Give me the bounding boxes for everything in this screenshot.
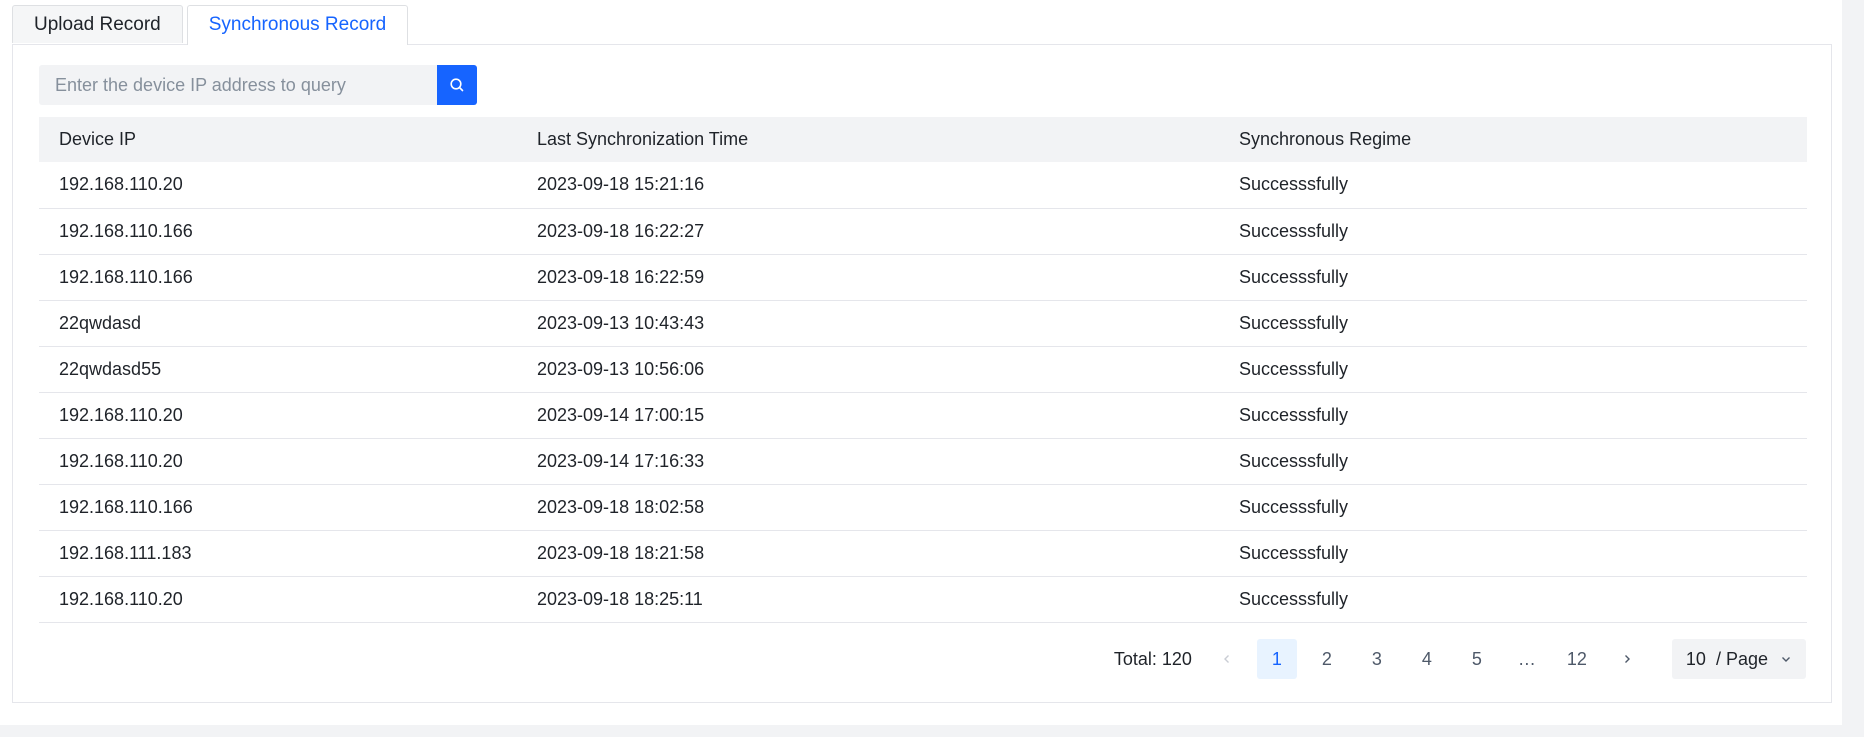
chevron-left-icon <box>1223 655 1229 663</box>
last-sync-time-cell: 2023-09-14 17:00:15 <box>537 404 705 425</box>
device-ip-cell: 192.168.110.20 <box>59 174 183 195</box>
table-row: 192.168.110.20 2023-09-18 15:21:16 Success… <box>39 162 1807 208</box>
page-1[interactable]: 1 <box>1256 639 1297 679</box>
device-ip-cell: 192.168.110.20 <box>59 588 183 609</box>
chevron-right-icon <box>1624 655 1630 663</box>
table-body: 192.168.110.20 2023-09-18 15:21:16 Success… <box>39 162 1807 622</box>
sync-record-table: Device IP Last Synchronization Time Sync… <box>39 117 1807 623</box>
table-row: 22qwdasd 2023-09-13 10:43:43 Successsfully <box>39 300 1807 346</box>
page-2[interactable]: 2 <box>1307 639 1347 679</box>
device-ip-cell: 22qwdasd55 <box>59 358 162 379</box>
last-sync-time-cell: 2023-09-18 16:22:27 <box>537 220 705 241</box>
last-sync-time-cell: 2023-09-18 18:02:58 <box>537 496 705 517</box>
page-3[interactable]: 3 <box>1357 639 1397 679</box>
sync-regime-cell: Successsfully <box>1239 404 1349 425</box>
last-sync-time-cell: 2023-09-13 10:56:06 <box>537 358 705 379</box>
search-icon <box>450 78 464 92</box>
bottom-bar <box>0 725 1864 737</box>
sync-regime-cell: Successsfully <box>1239 542 1349 563</box>
device-ip-search-input[interactable] <box>39 65 437 105</box>
table-row: 192.168.110.20 2023-09-14 17:16:33 Success… <box>39 438 1807 484</box>
table-row: 192.168.110.166 2023-09-18 16:22:59 Succes… <box>39 254 1807 300</box>
table-row: 192.168.111.183 2023-09-18 18:21:58 Succes… <box>39 530 1807 576</box>
column-header-last-sync-time: Last Synchronization Time <box>537 129 749 149</box>
table-row: 22qwdasd55 2023-09-13 10:56:06 Successsful… <box>39 346 1807 392</box>
pagination: Total: 120 1 2 3 4 5 … 12 10 / Page <box>1114 639 1806 679</box>
device-ip-cell: 22qwdasd <box>59 312 142 333</box>
next-page-button[interactable] <box>1607 639 1647 679</box>
page: Upload Record Synchronous Record Device … <box>0 0 1864 737</box>
chevron-down-icon <box>1782 657 1790 662</box>
search-bar <box>39 65 477 105</box>
page-size-label: 10 / Page <box>1685 648 1768 669</box>
table-row: 192.168.110.166 2023-09-18 18:02:58 Succes… <box>39 484 1807 530</box>
sync-regime-cell: Successsfully <box>1239 312 1349 333</box>
page-ellipsis[interactable]: … <box>1507 639 1547 679</box>
table-row: 192.168.110.166 2023-09-18 16:22:27 Succes… <box>39 208 1807 254</box>
scroll-gutter <box>1842 0 1864 737</box>
last-sync-time-cell: 2023-09-18 15:21:16 <box>537 174 705 195</box>
prev-page-button[interactable] <box>1207 639 1247 679</box>
table-row: 192.168.110.20 2023-09-14 17:00:15 Success… <box>39 392 1807 438</box>
tab-panel: Device IP Last Synchronization Time Sync… <box>12 44 1832 703</box>
column-header-device-ip: Device IP <box>59 129 137 149</box>
total-count: Total: 120 <box>1113 648 1192 669</box>
search-button[interactable] <box>437 65 477 105</box>
device-ip-cell: 192.168.110.166 <box>59 266 193 287</box>
page-12[interactable]: 12 <box>1557 639 1597 679</box>
tab-upload-record[interactable]: Upload Record <box>12 5 183 43</box>
device-ip-cell: 192.168.110.166 <box>59 220 193 241</box>
last-sync-time-cell: 2023-09-18 16:22:59 <box>537 266 705 287</box>
column-header-sync-regime: Synchronous Regime <box>1239 129 1412 149</box>
page-5[interactable]: 5 <box>1457 639 1497 679</box>
sync-regime-cell: Successsfully <box>1239 496 1349 517</box>
table-row: 192.168.110.20 2023-09-18 18:25:11 Success… <box>39 576 1807 622</box>
record-tabs: Upload Record Synchronous Record <box>12 5 412 45</box>
sync-regime-cell: Successsfully <box>1239 220 1349 241</box>
table-header-row: Device IP Last Synchronization Time Sync… <box>39 117 1807 162</box>
device-ip-cell: 192.168.111.183 <box>59 542 192 563</box>
sync-regime-cell: Successsfully <box>1239 266 1349 287</box>
last-sync-time-cell: 2023-09-18 18:25:11 <box>537 588 703 609</box>
page-size-select[interactable]: 10 / Page <box>1671 639 1806 679</box>
last-sync-time-cell: 2023-09-18 18:21:58 <box>537 542 705 563</box>
device-ip-cell: 192.168.110.166 <box>59 496 193 517</box>
sync-regime-cell: Successsfully <box>1239 588 1349 609</box>
device-ip-cell: 192.168.110.20 <box>59 450 183 471</box>
device-ip-cell: 192.168.110.20 <box>59 404 183 425</box>
sync-regime-cell: Successsfully <box>1239 358 1349 379</box>
sync-regime-cell: Successsfully <box>1239 174 1349 195</box>
last-sync-time-cell: 2023-09-13 10:43:43 <box>537 312 705 333</box>
tab-synchronous-record[interactable]: Synchronous Record <box>186 5 409 45</box>
page-4[interactable]: 4 <box>1407 639 1447 679</box>
last-sync-time-cell: 2023-09-14 17:16:33 <box>537 450 705 471</box>
sync-regime-cell: Successsfully <box>1239 450 1349 471</box>
